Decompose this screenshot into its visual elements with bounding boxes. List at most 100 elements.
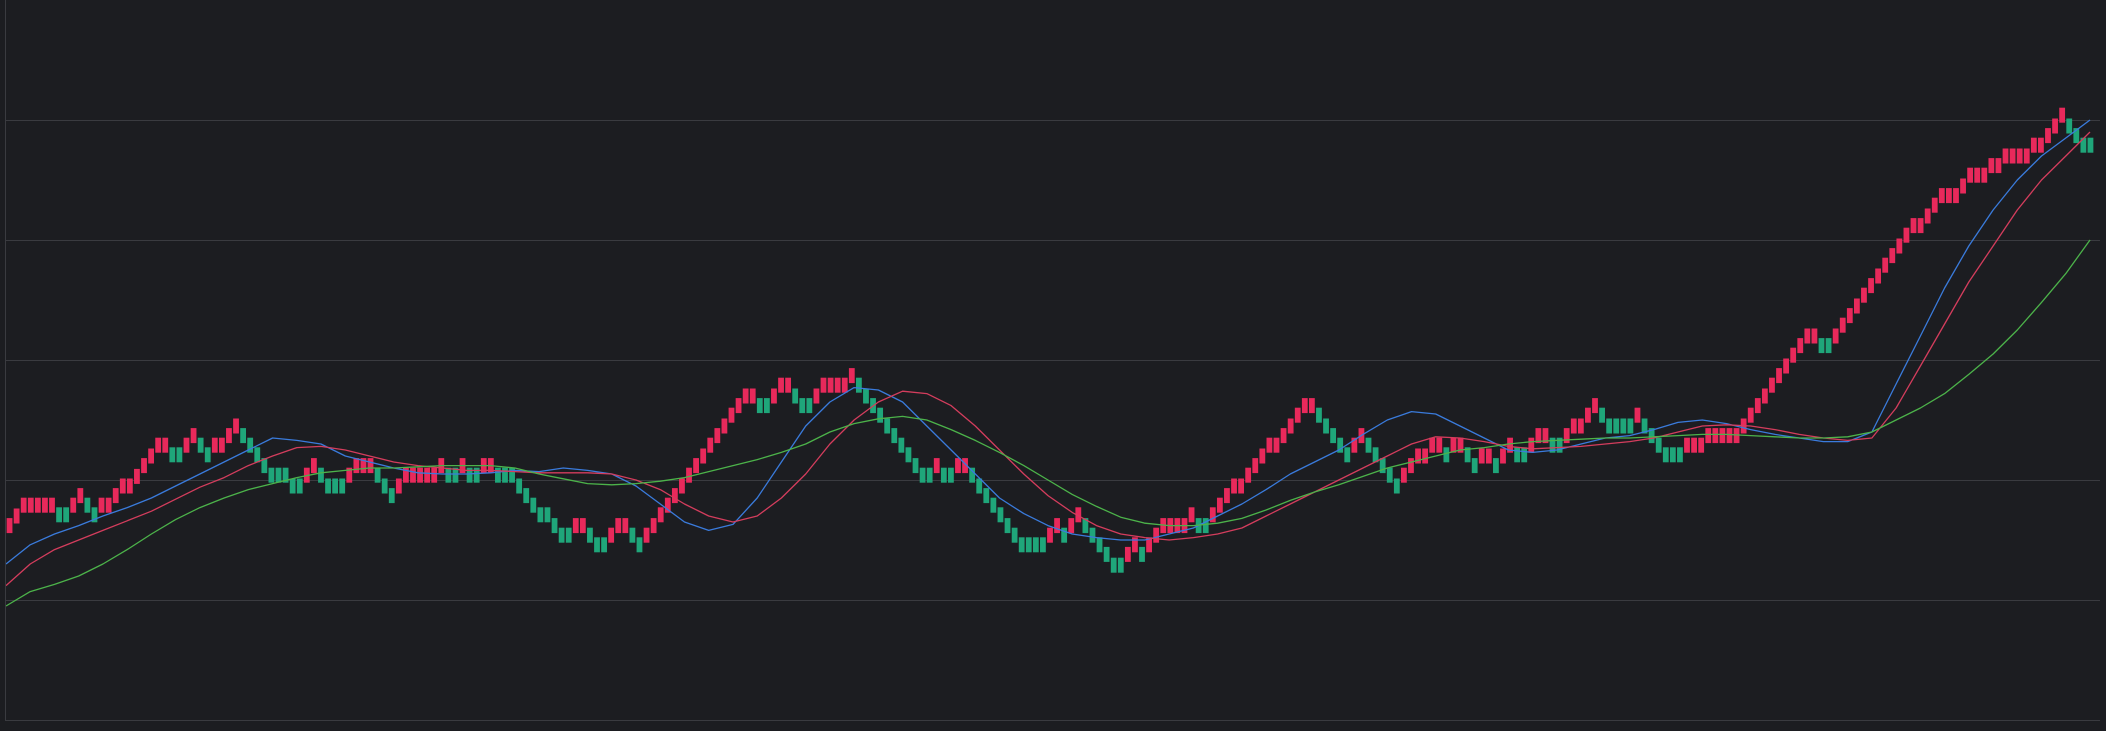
renko-brick	[1620, 418, 1627, 434]
renko-brick	[34, 497, 41, 513]
renko-brick	[1393, 478, 1400, 494]
renko-brick	[1585, 407, 1591, 423]
renko-brick	[417, 467, 423, 483]
renko-brick	[1025, 537, 1032, 553]
renko-brick	[1712, 428, 1719, 444]
renko-brick	[226, 428, 232, 444]
renko-brick	[537, 507, 544, 523]
renko-brick	[1684, 437, 1690, 453]
renko-brick	[1344, 447, 1351, 463]
renko-brick	[296, 478, 303, 494]
renko-brick	[990, 497, 997, 513]
renko-brick	[1910, 218, 1917, 234]
renko-brick	[367, 458, 374, 474]
renko-brick	[1960, 178, 1966, 194]
renko-brick	[1599, 407, 1605, 423]
renko-brick	[218, 437, 225, 453]
renko-brick	[1577, 418, 1584, 434]
renko-brick	[771, 388, 777, 404]
renko-brick	[1691, 437, 1697, 453]
renko-brick	[1967, 167, 1974, 183]
renko-brick	[1054, 518, 1060, 534]
renko-brick	[1563, 428, 1570, 444]
renko-brick	[1139, 546, 1145, 562]
renko-brick	[544, 507, 551, 523]
renko-brick	[926, 467, 933, 483]
renko-brick	[601, 537, 607, 553]
renko-brick	[1493, 458, 1499, 474]
renko-brick	[1252, 458, 1259, 474]
renko-brick	[1776, 368, 1782, 384]
renko-brick	[820, 377, 827, 393]
renko-brick	[523, 488, 530, 504]
renko-brick	[827, 377, 834, 393]
renko-brick	[1868, 278, 1874, 294]
renko-brick	[134, 468, 140, 484]
renko-brick	[608, 527, 615, 543]
renko-brick	[1613, 418, 1620, 434]
renko-brick	[1861, 287, 1867, 303]
renko-brick	[1903, 227, 1910, 243]
renko-brick	[785, 377, 792, 393]
renko-brick	[374, 467, 381, 483]
renko-brick	[1747, 407, 1754, 423]
renko-brick	[1627, 418, 1634, 434]
renko-brick	[2038, 137, 2044, 153]
renko-brick	[2059, 107, 2066, 123]
renko-brick	[84, 497, 91, 513]
renko-brick	[1938, 188, 1945, 204]
renko-brick	[6, 518, 13, 534]
renko-brick	[1783, 358, 1790, 374]
renko-brick	[1471, 458, 1478, 474]
renko-brick	[955, 458, 961, 474]
renko-brick	[332, 478, 339, 494]
renko-brick	[325, 478, 331, 494]
renko-brick	[700, 448, 707, 464]
renko-brick	[834, 377, 841, 393]
renko-brick	[1068, 518, 1075, 534]
renko-brick	[268, 467, 275, 483]
renko-brick	[884, 418, 891, 434]
renko-brick	[233, 418, 239, 434]
renko-brick	[1153, 527, 1160, 543]
renko-brick	[1875, 268, 1882, 284]
renko-brick	[763, 398, 770, 414]
renko-brick	[594, 537, 600, 553]
renko-brick	[912, 458, 919, 474]
renko-chart[interactable]	[0, 0, 2106, 731]
renko-brick	[2002, 148, 2009, 164]
renko-brick	[112, 488, 119, 504]
renko-brick	[1896, 238, 1903, 254]
renko-brick	[813, 388, 820, 404]
renko-brick	[49, 497, 55, 513]
renko-brick	[693, 458, 699, 474]
renko-brick	[940, 467, 947, 483]
renko-brick	[728, 407, 735, 423]
renko-brick	[1266, 437, 1273, 453]
renko-brick	[1316, 407, 1322, 423]
renko-brick	[204, 447, 211, 463]
renko-brick	[1401, 467, 1407, 483]
renko-brick	[183, 437, 190, 453]
renko-brick	[1790, 347, 1797, 363]
renko-brick	[1238, 478, 1244, 494]
renko-brick	[1719, 428, 1726, 444]
renko-brick	[1769, 377, 1775, 393]
renko-brick	[855, 377, 862, 393]
renko-brick	[551, 518, 558, 534]
renko-brick	[1365, 437, 1372, 453]
renko-brick	[919, 467, 926, 483]
renko-brick	[1436, 437, 1443, 453]
renko-brick	[1280, 428, 1287, 444]
renko-brick	[410, 467, 416, 483]
renko-brick	[848, 368, 855, 384]
renko-brick	[339, 478, 346, 494]
renko-brick	[863, 388, 869, 404]
renko-brick	[686, 467, 692, 483]
renko-brick	[42, 497, 48, 513]
renko-brick	[1754, 398, 1761, 414]
renko-brick	[1110, 557, 1117, 573]
renko-brick	[1089, 527, 1096, 543]
renko-brick	[1273, 437, 1280, 453]
renko-brick	[778, 377, 784, 393]
